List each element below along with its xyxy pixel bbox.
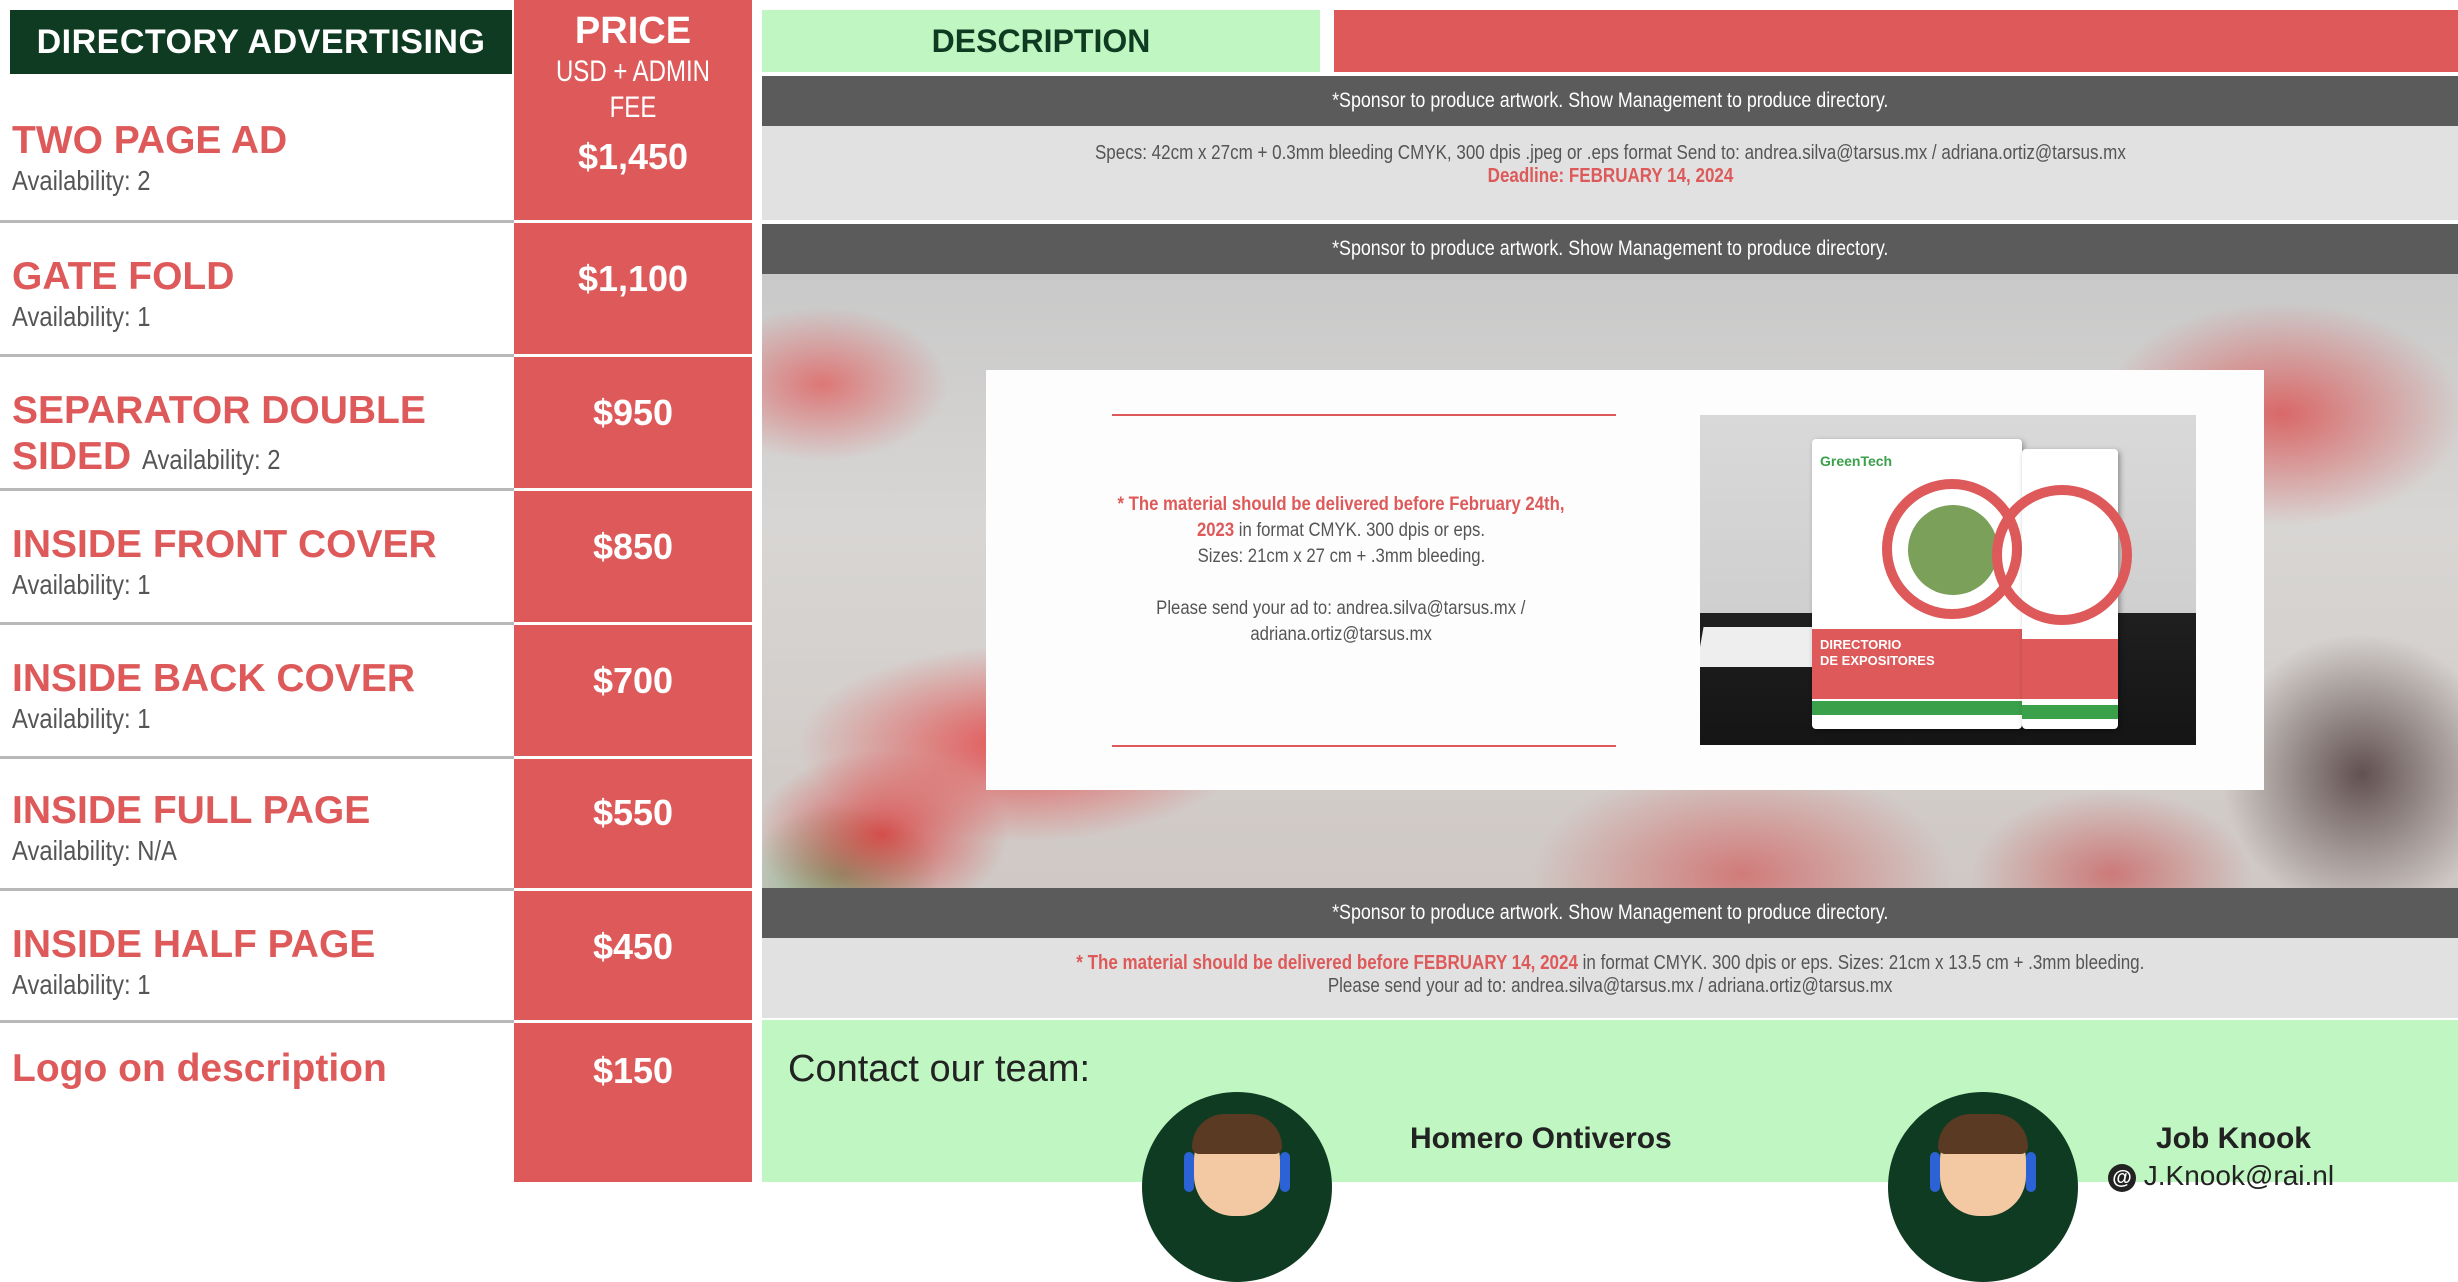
item-availability: Availability: 1 [12,301,151,332]
row-divider [514,888,752,891]
row-divider [0,220,514,223]
card-format: in format CMYK. 300 dpis or eps. [1234,520,1486,541]
row-divider [0,1020,514,1023]
item-availability: Availability: 1 [12,703,151,734]
paper-stack [1700,627,1820,667]
row-divider [514,220,752,223]
item-logo-on-description: Logo on description [0,1046,514,1092]
price-title: PRICE [574,10,692,52]
item-availability: Availability: 2 [12,165,151,196]
card-divider-top [1112,414,1616,416]
price-header: PRICE USD + ADMIN FEE [514,8,752,124]
red-header-bar [1334,10,2458,72]
card-text: * The material should be delivered befor… [1086,492,1596,648]
contact-section [762,1020,2458,1182]
item-name-line2: SIDED [12,435,132,478]
magazine-green-band [1812,701,2022,715]
directory-advertising-header: DIRECTORY ADVERTISING [10,10,512,74]
item-price: $700 [592,660,674,701]
description-header: DESCRIPTION [762,10,1320,72]
directory-photo: GreenTech DIRECTORIO DE EXPOSITORES [1700,415,2196,745]
directory-magazine-second [1992,449,2132,729]
item-price: $550 [592,792,674,833]
contact-title: Contact our team: [788,1048,1091,1090]
sponsor-note: *Sponsor to produce artwork. Show Manage… [1331,89,1889,112]
magazine-title-band [2022,639,2118,699]
item-gate-fold: GATE FOLD Availability: 1 [0,254,514,334]
magazine-ring [1992,485,2132,625]
card-send-2: adriana.ortiz@tarsus.mx [1250,624,1432,645]
item-name: INSIDE BACK COVER [12,657,416,700]
item-two-page-ad: TWO PAGE AD Availability: 2 [0,118,514,198]
item-inside-front-cover: INSIDE FRONT COVER Availability: 1 [0,522,514,602]
item-inside-full-page: INSIDE FULL PAGE Availability: N/A [0,788,514,868]
item-price: $1,450 [577,136,689,177]
row-divider [0,354,514,357]
directory-advertising-title: DIRECTORY ADVERTISING [36,22,486,61]
magazine-title-line2: DE EXPOSITORES [1820,653,1935,668]
card-send: Please send your ad to: andrea.silva@tar… [1156,598,1526,619]
contact-email-row: @ J.Knook@rai.nl [2108,1160,2334,1192]
magazine-brand: GreenTech [1820,453,1893,469]
item-availability: Availability: 1 [12,569,151,600]
two-page-ad-description: Specs: 42cm x 27cm + 0.3mm bleeding CMYK… [762,126,2458,220]
half-send: Please send your ad to: andrea.silva@tar… [1327,975,1893,997]
item-availability: Availability: 1 [12,969,151,1000]
avatar [1888,1092,2078,1282]
sponsor-note: *Sponsor to produce artwork. Show Manage… [1331,901,1889,924]
row-divider [514,756,752,759]
row-divider [0,622,514,625]
avatar [1142,1092,1332,1282]
contact-name: Homero Ontiveros [1410,1122,1672,1155]
row-divider [514,354,752,357]
item-name: INSIDE FULL PAGE [12,789,371,832]
two-page-specs: Specs: 42cm x 27cm + 0.3mm bleeding CMYK… [1094,142,2126,164]
item-name: INSIDE HALF PAGE [12,923,376,966]
row-divider [514,622,752,625]
sponsor-note: *Sponsor to produce artwork. Show Manage… [1331,237,1889,260]
item-name: TWO PAGE AD [12,119,288,162]
card-divider-bottom [1112,745,1616,747]
contact-email[interactable]: J.Knook@rai.nl [2144,1160,2334,1191]
directory-magazine-front: GreenTech DIRECTORIO DE EXPOSITORES [1812,439,2022,729]
half-page-description: * The material should be delivered befor… [762,938,2458,1018]
item-price: $450 [592,926,674,967]
half-rest: in format CMYK. 300 dpis or eps. Sizes: … [1577,952,2145,974]
sponsor-note-bar: *Sponsor to produce artwork. Show Manage… [762,224,2458,274]
item-name: Logo on description [12,1047,387,1090]
item-name: INSIDE FRONT COVER [12,523,437,566]
item-availability: Availability: 2 [142,444,281,475]
item-price: $150 [592,1050,674,1091]
row-divider [514,488,752,491]
item-availability: Availability: N/A [12,835,177,866]
row-divider [0,888,514,891]
description-title: DESCRIPTION [931,22,1151,59]
item-inside-back-cover: INSIDE BACK COVER Availability: 1 [0,656,514,736]
item-inside-half-page: INSIDE HALF PAGE Availability: 1 [0,922,514,1002]
item-price: $850 [592,526,674,567]
contact-name: Job Knook [2156,1122,2311,1155]
magazine-veg-image [1908,505,1998,595]
row-divider [0,488,514,491]
item-separator-double-sided: SEPARATOR DOUBLE SIDED Availability: 2 [0,388,514,483]
magazine-title-line1: DIRECTORIO [1820,637,1902,652]
item-price: $1,100 [577,258,689,299]
item-name: GATE FOLD [12,255,235,298]
at-icon: @ [2108,1163,2136,1192]
half-highlight: * The material should be delivered befor… [1075,952,1578,974]
sponsor-note-bar: *Sponsor to produce artwork. Show Manage… [762,888,2458,938]
card-sizes: Sizes: 21cm x 27 cm + .3mm bleeding. [1197,546,1485,567]
row-divider [0,756,514,759]
two-page-deadline: Deadline: FEBRUARY 14, 2024 [1487,165,1733,187]
sponsor-note-bar: *Sponsor to produce artwork. Show Manage… [762,76,2458,126]
price-subtitle: USD + ADMIN FEE [555,55,711,124]
row-divider [514,1020,752,1023]
magazine-green-band [2022,705,2118,719]
item-name: SEPARATOR DOUBLE [12,389,426,432]
item-price: $950 [592,392,674,433]
